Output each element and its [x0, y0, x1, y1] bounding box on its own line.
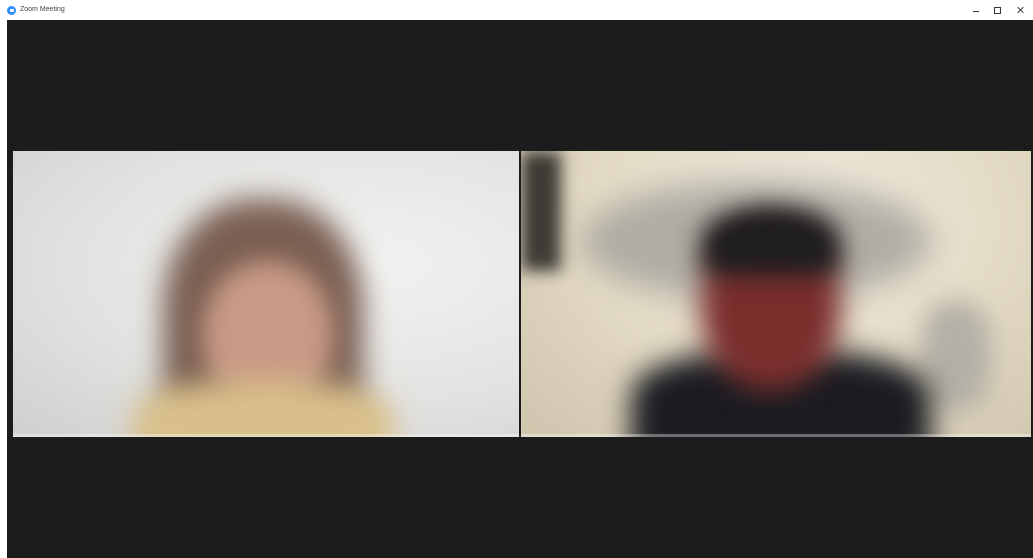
- minimize-icon: [973, 11, 979, 12]
- maximize-button[interactable]: [986, 2, 1008, 18]
- video-bottom-strip: [13, 434, 519, 437]
- participant-hair: [701, 206, 841, 276]
- zoom-camera-icon: [7, 6, 16, 15]
- title-bar[interactable]: Zoom Meeting: [0, 0, 1033, 20]
- close-icon: [1017, 6, 1025, 14]
- close-button[interactable]: [1010, 2, 1032, 18]
- participant-video-tile-right[interactable]: [521, 151, 1031, 437]
- participant-video-tile-left[interactable]: [13, 151, 519, 437]
- video-bottom-strip: [521, 434, 1031, 437]
- background-object: [921, 301, 991, 411]
- maximize-icon: [993, 6, 1001, 14]
- background-door: [521, 151, 561, 271]
- participant-shoulders: [133, 381, 393, 437]
- zoom-meeting-window: Zoom Meeting: [0, 0, 1033, 558]
- minimize-button[interactable]: [965, 2, 987, 18]
- meeting-video-area[interactable]: [7, 20, 1033, 558]
- window-title: Zoom Meeting: [20, 6, 65, 13]
